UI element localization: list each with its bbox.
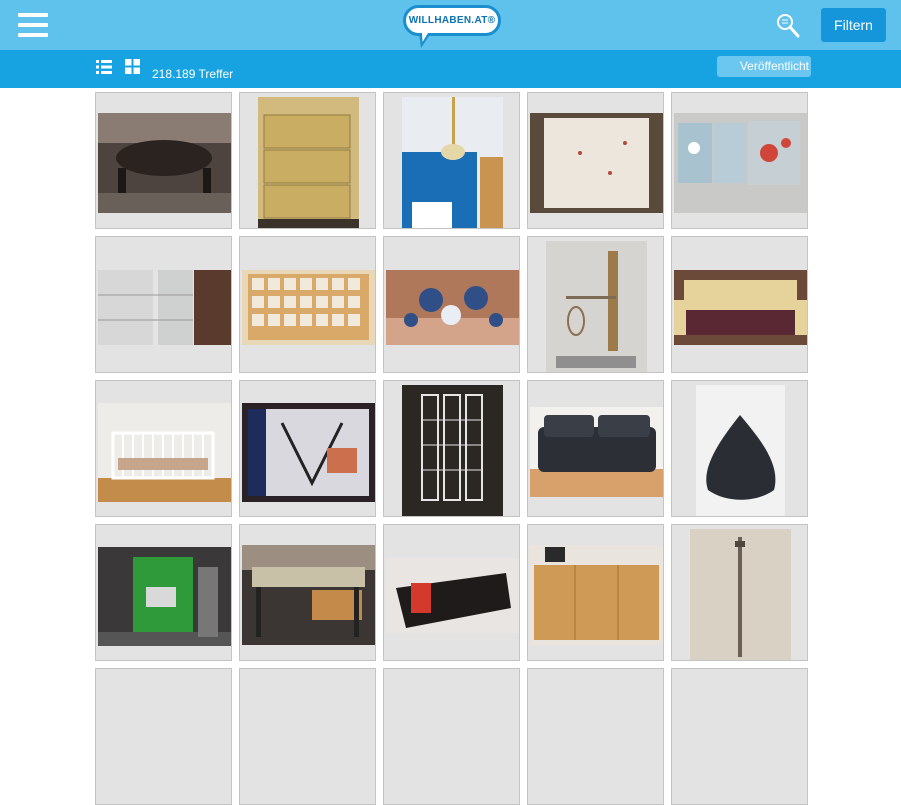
listing-image	[402, 385, 503, 516]
listing-image	[696, 385, 785, 516]
listing-tile[interactable]	[671, 236, 808, 373]
listing-tile[interactable]	[383, 668, 520, 805]
listing-image	[258, 97, 359, 228]
listing-tile[interactable]	[671, 668, 808, 805]
listing-image	[546, 241, 647, 372]
listing-image	[386, 558, 519, 633]
listing-image	[674, 270, 807, 345]
listing-image	[530, 407, 663, 497]
listing-image	[690, 529, 791, 660]
listing-tile[interactable]	[95, 380, 232, 517]
listing-tile[interactable]	[527, 668, 664, 805]
listing-image	[98, 547, 231, 646]
listing-tile[interactable]	[671, 92, 808, 229]
listing-image	[242, 545, 375, 645]
listing-tile[interactable]	[527, 524, 664, 661]
listing-image	[98, 113, 231, 213]
listing-tile[interactable]	[671, 524, 808, 661]
listing-image	[530, 545, 663, 645]
listing-tile[interactable]	[527, 236, 664, 373]
listing-image	[98, 403, 231, 502]
listing-tile[interactable]	[239, 92, 376, 229]
listing-tile[interactable]	[383, 92, 520, 229]
listing-grid	[0, 0, 901, 805]
listing-image	[242, 403, 375, 502]
listing-tile[interactable]	[527, 92, 664, 229]
listing-tile[interactable]	[239, 668, 376, 805]
listing-image	[242, 270, 375, 345]
listing-tile[interactable]	[383, 236, 520, 373]
listing-image	[386, 270, 519, 345]
listing-tile[interactable]	[239, 380, 376, 517]
listing-tile[interactable]	[95, 668, 232, 805]
listing-tile[interactable]	[95, 92, 232, 229]
listing-image	[674, 113, 807, 213]
listing-tile[interactable]	[95, 524, 232, 661]
listing-tile[interactable]	[239, 236, 376, 373]
listing-image	[98, 270, 231, 345]
listing-tile[interactable]	[95, 236, 232, 373]
listing-tile[interactable]	[527, 380, 664, 517]
listing-tile[interactable]	[383, 380, 520, 517]
listing-tile[interactable]	[671, 380, 808, 517]
listing-image	[402, 97, 503, 228]
listing-tile[interactable]	[383, 524, 520, 661]
listing-image	[530, 113, 663, 213]
listing-tile[interactable]	[239, 524, 376, 661]
